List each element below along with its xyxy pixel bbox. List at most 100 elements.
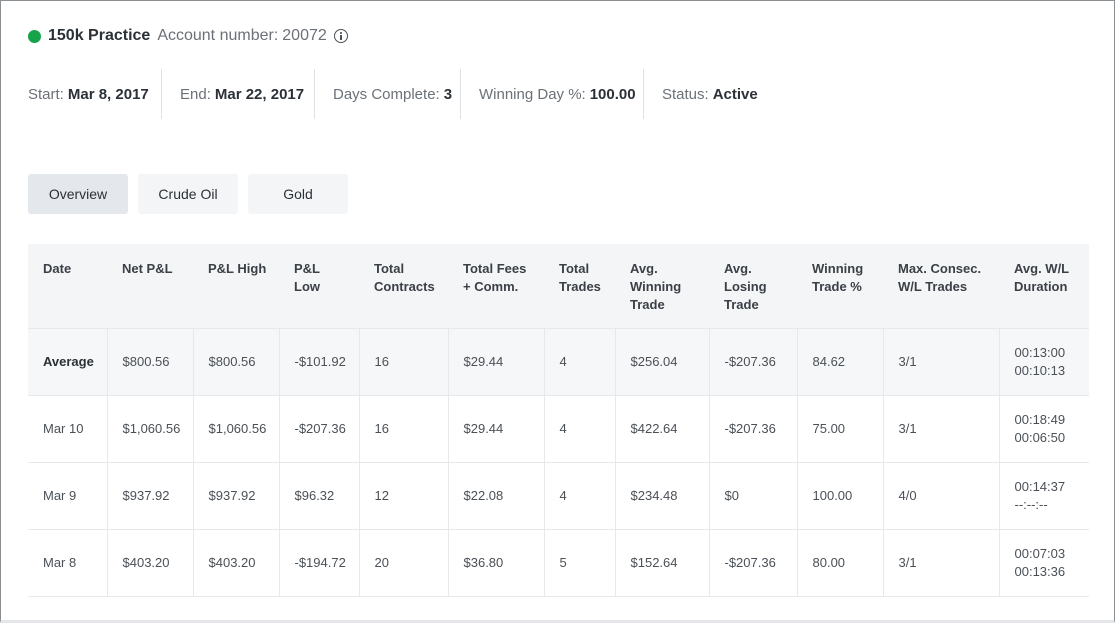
stat-value: 100.00: [589, 85, 636, 103]
status-dot-icon: [28, 29, 41, 43]
table-row: Mar 10 $1,060.56 $1,060.56 -$207.36 16 $29.44…: [28, 395, 1089, 463]
column-header-line: Contracts: [374, 279, 435, 294]
cell-trades: 4: [543, 462, 615, 530]
duration-loss: 00:13:36: [1014, 563, 1066, 579]
tab-crude-oil[interactable]: Crude Oil: [138, 174, 238, 214]
stat-value: Mar 22, 2017: [214, 85, 305, 103]
cell-trades: 4: [543, 395, 615, 463]
column-header-date: Date: [28, 244, 107, 329]
cell-avg-win: $422.64: [614, 395, 709, 463]
cell-win-pct: 75.00: [796, 395, 883, 463]
cell-consec: 3/1: [882, 529, 999, 597]
column-header-line: Avg.: [630, 261, 658, 276]
column-header-line: Total: [559, 261, 590, 276]
stat-label: Winning Day %:: [479, 85, 586, 103]
account-number-label: Account number:: [157, 27, 279, 44]
column-header-line: + Comm.: [463, 279, 519, 294]
column-header-line: Total Fees: [463, 261, 527, 276]
daily-stats-table: Date Net P&L P&L High P&L Low Total Contracts T…: [28, 244, 1089, 597]
duration-win: 00:14:37: [1014, 478, 1066, 494]
cell-trades: 4: [543, 328, 615, 396]
cell-date: Mar 10: [28, 395, 107, 463]
column-header-line: Trades: [559, 279, 601, 294]
cell-duration: 00:18:49 00:06:50: [998, 395, 1089, 463]
cell-net: $800.56: [106, 328, 193, 396]
cell-duration: 00:14:37 --:--:--: [998, 462, 1089, 530]
cell-date: Mar 9: [28, 462, 107, 530]
column-header-line: Total: [374, 261, 405, 276]
cell-trades: 5: [543, 529, 615, 597]
cell-win-pct: 80.00: [796, 529, 883, 597]
column-header-avg-losing-trade: Avg. Losing Trade: [709, 244, 797, 329]
table-row: Mar 9 $937.92 $937.92 $96.32 12 $22.08 4 $234.4…: [28, 462, 1089, 530]
table-row-average: Average $800.56 $800.56 -$101.92 16 $29.44 4 $2…: [28, 328, 1089, 396]
stat-winning-day-pct: Winning Day %: 100.00: [460, 69, 643, 119]
column-header-line: Duration: [1014, 279, 1068, 294]
cell-avg-loss: -$207.36: [708, 328, 797, 396]
column-header-net-pnl: Net P&L: [107, 244, 193, 329]
column-header-pnl-low: P&L Low: [279, 244, 359, 329]
column-header-line: Trade %: [812, 279, 862, 294]
column-header-line: Avg.: [724, 261, 752, 276]
column-header-total-trades: Total Trades: [544, 244, 615, 329]
account-name: 150k Practice: [48, 27, 151, 44]
stat-value: 3: [443, 85, 453, 103]
column-header-winning-trade-pct: Winning Trade %: [797, 244, 883, 329]
cell-fees: $29.44: [447, 395, 544, 463]
cell-consec: 4/0: [882, 462, 999, 530]
stat-days-complete: Days Complete: 3: [314, 69, 460, 119]
stat-label: Status:: [662, 85, 709, 103]
cell-win-pct: 84.62: [796, 328, 883, 396]
column-header-line: Avg. W/L: [1014, 261, 1070, 276]
column-header-line: P&L High: [208, 261, 267, 276]
cell-consec: 3/1: [882, 395, 999, 463]
duration-win: 00:18:49: [1014, 411, 1066, 427]
cell-win-pct: 100.00: [796, 462, 883, 530]
cell-fees: $29.44: [447, 328, 544, 396]
column-header-line: Losing: [724, 279, 767, 294]
column-header-max-consec: Max. Consec. W/L Trades: [883, 244, 999, 329]
column-header-avg-winning-trade: Avg. Winning Trade: [615, 244, 709, 329]
column-header-total-contracts: Total Contracts: [359, 244, 448, 329]
column-header-pnl-high: P&L High: [193, 244, 279, 329]
stat-label: Start:: [28, 85, 64, 103]
cell-fees: $36.80: [447, 529, 544, 597]
cell-net: $403.20: [106, 529, 193, 597]
cell-net: $937.92: [106, 462, 193, 530]
cell-fees: $22.08: [447, 462, 544, 530]
tab-overview[interactable]: Overview: [28, 174, 128, 214]
duration-loss: 00:10:13: [1014, 362, 1066, 378]
tab-gold[interactable]: Gold: [248, 174, 348, 214]
cell-duration: 00:07:03 00:13:36: [998, 529, 1089, 597]
cell-avg-win: $152.64: [614, 529, 709, 597]
cell-duration: 00:13:00 00:10:13: [998, 328, 1089, 396]
cell-avg-loss: $0: [708, 462, 797, 530]
cell-consec: 3/1: [882, 328, 999, 396]
cell-net: $1,060.56: [106, 395, 193, 463]
cell-low: -$207.36: [278, 395, 359, 463]
account-number: 20072: [282, 27, 327, 44]
cell-contracts: 12: [358, 462, 448, 530]
cell-high: $1,060.56: [192, 395, 279, 463]
cell-high: $403.20: [192, 529, 279, 597]
cell-low: -$101.92: [278, 328, 359, 396]
column-header-line: Date: [43, 261, 72, 276]
info-icon[interactable]: [333, 29, 348, 43]
duration-loss: --:--:--: [1014, 496, 1048, 512]
cell-low: $96.32: [278, 462, 359, 530]
account-title-row: 150k Practice Account number: 20072: [28, 26, 348, 46]
cell-date: Mar 8: [28, 529, 107, 597]
account-stats: Start: Mar 8, 2017 End: Mar 22, 2017 Day…: [28, 69, 776, 119]
stat-status: Status: Active: [643, 69, 776, 119]
cell-high: $800.56: [192, 328, 279, 396]
cell-date: Average: [28, 328, 107, 396]
table-row: Mar 8 $403.20 $403.20 -$194.72 20 $36.80 5 $152…: [28, 529, 1089, 597]
stat-start: Start: Mar 8, 2017: [28, 69, 161, 119]
column-header-line: Low: [294, 279, 320, 294]
cell-avg-win: $256.04: [614, 328, 709, 396]
cell-high: $937.92: [192, 462, 279, 530]
column-header-line: Trade: [724, 297, 759, 312]
cell-contracts: 20: [358, 529, 448, 597]
stat-label: End:: [180, 85, 211, 103]
stat-label: Days Complete:: [333, 85, 440, 103]
